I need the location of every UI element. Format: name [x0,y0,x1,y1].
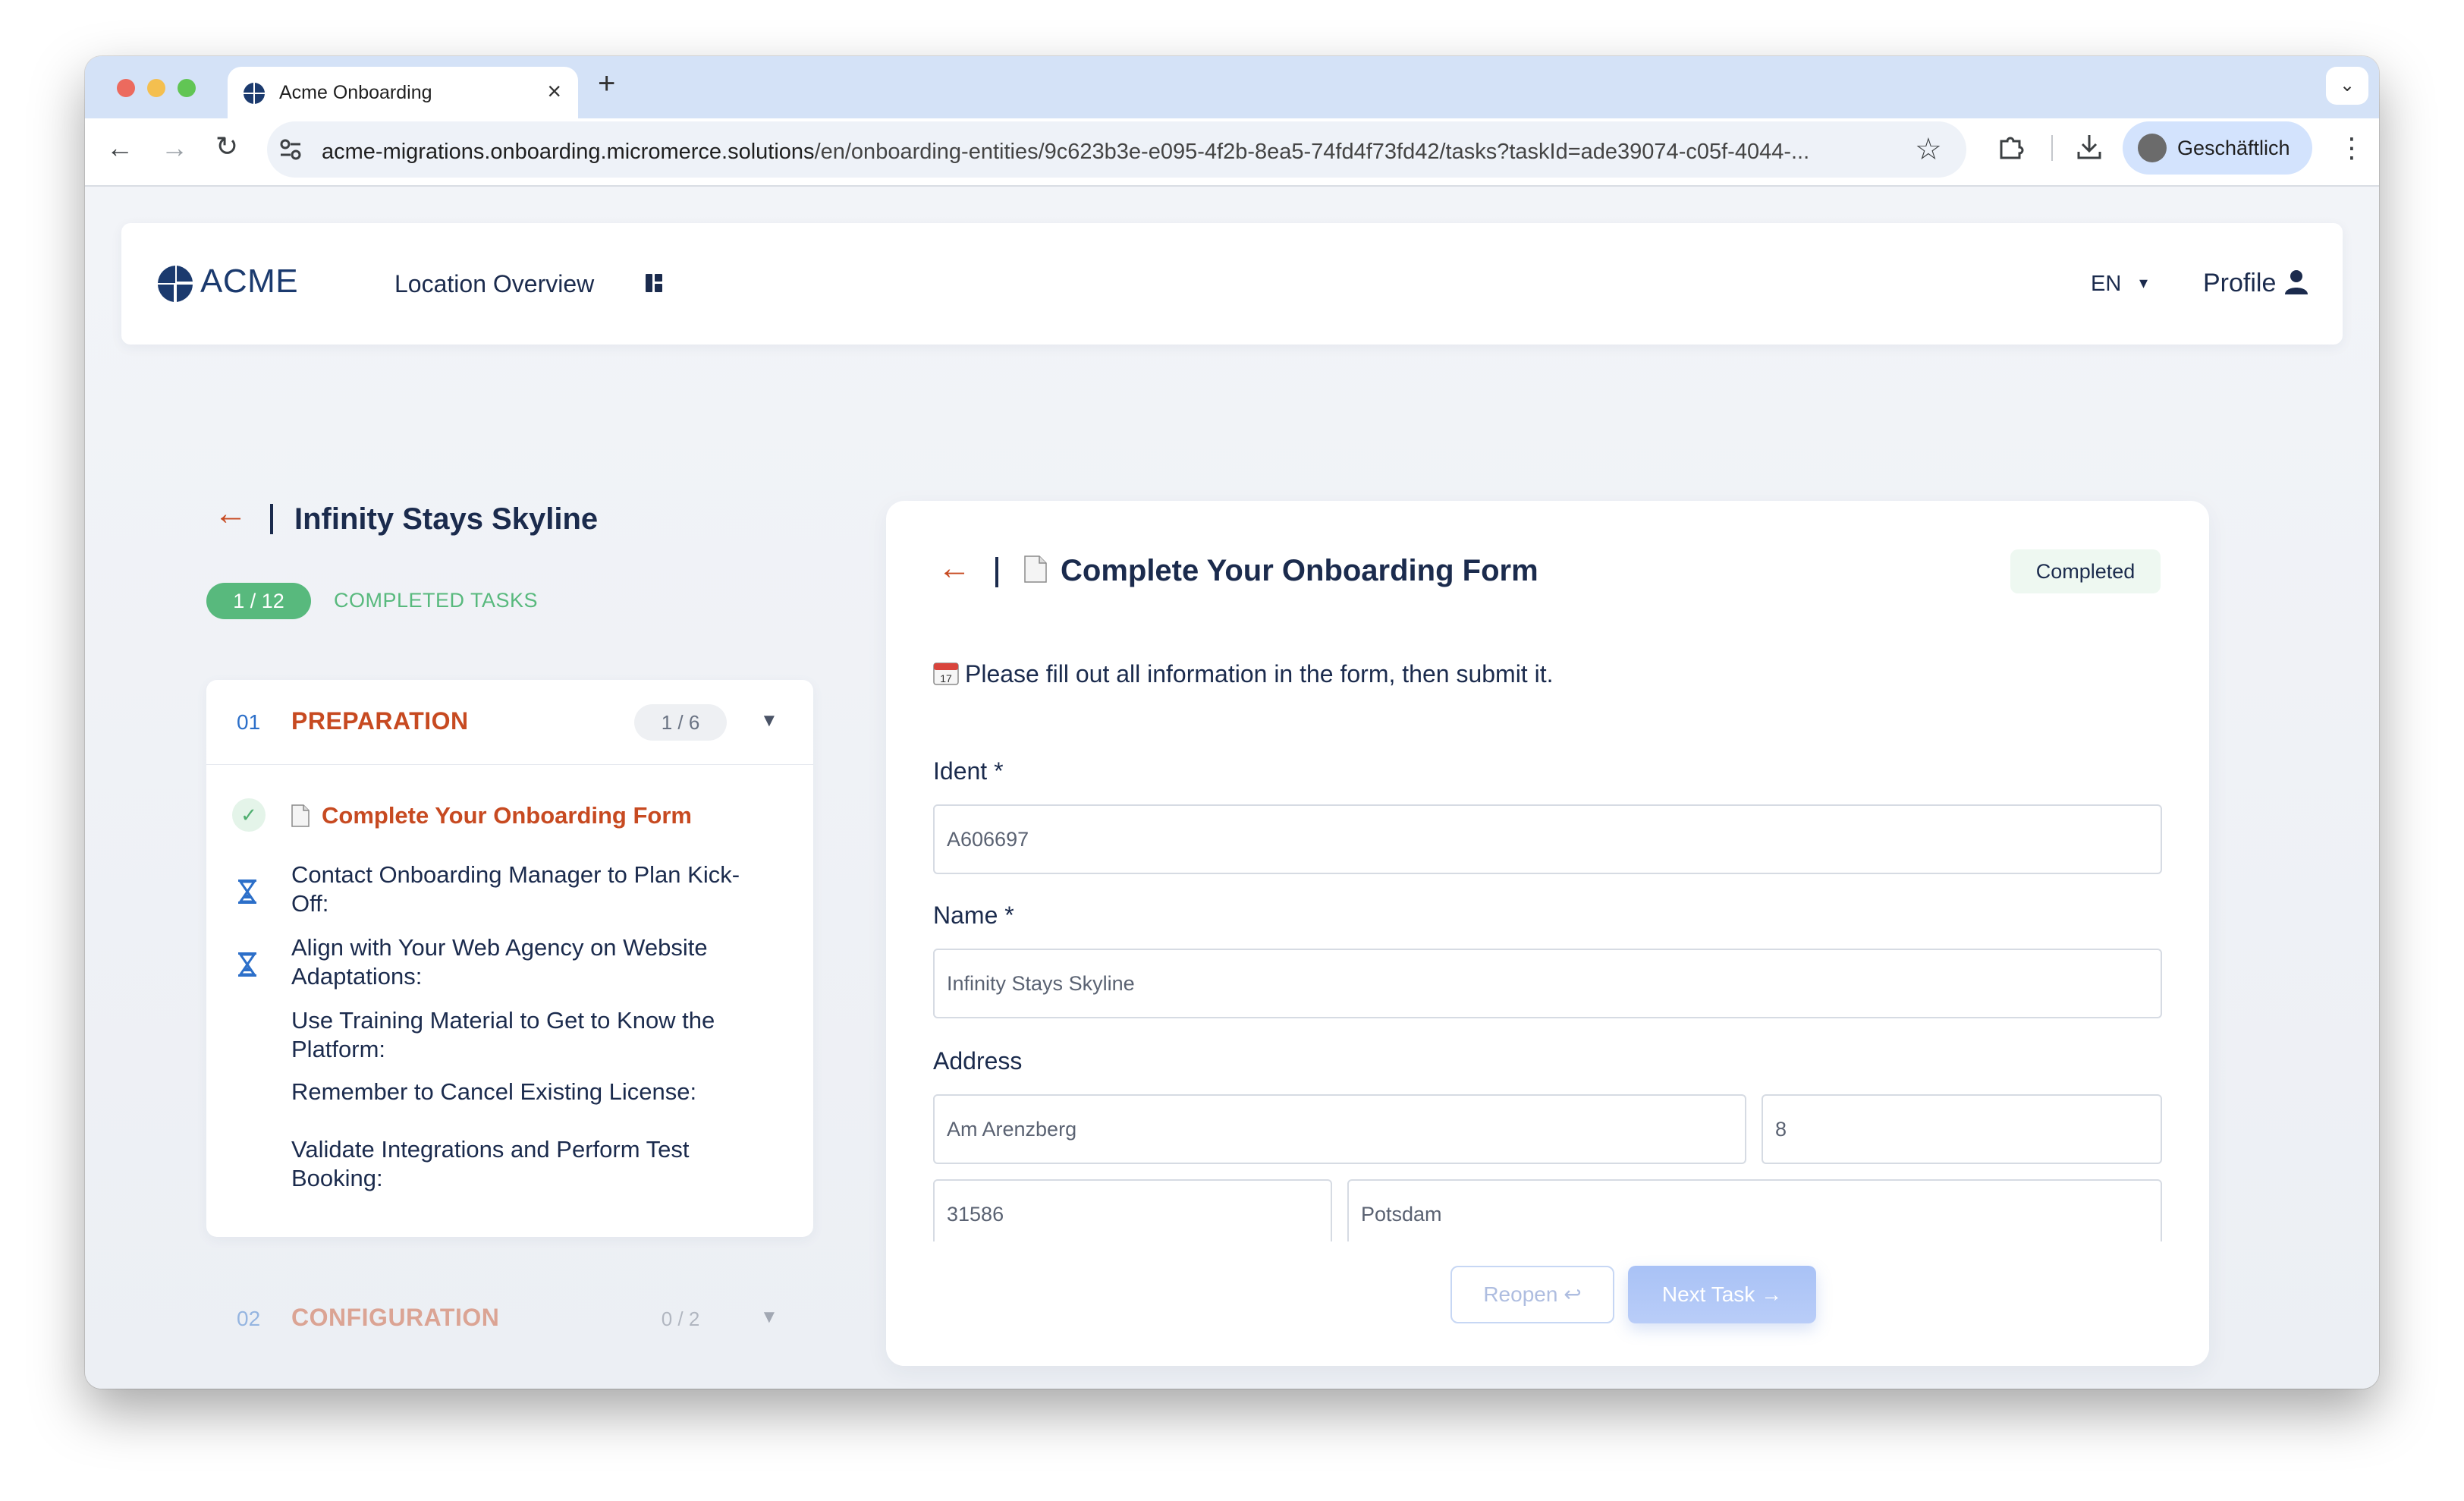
nav-location-overview[interactable]: Location Overview [394,270,594,298]
hourglass-icon [238,880,256,904]
extensions-icon[interactable] [1997,134,2024,161]
back-icon[interactable]: ← [106,132,134,164]
user-icon[interactable] [2283,269,2309,296]
name-label: Name * [933,902,1014,929]
tab-strip: Acme Onboarding × + ⌄ [85,56,2379,118]
next-task-label: Next Task [1661,1282,1755,1306]
close-tab-icon[interactable]: × [547,77,561,105]
reopen-label: Reopen [1483,1282,1558,1306]
progress-badge: 1 / 12 [206,583,311,619]
phase-card-preparation: 01 PREPARATION 1 / 6 ▼ ✓ Complete Your O… [206,680,813,1237]
tab-search-chevron-icon[interactable]: ⌄ [2326,67,2368,105]
ident-field[interactable]: A606697 [933,804,2162,874]
task-item[interactable]: Use Training Material to Get to Know the… [291,1006,777,1064]
undo-icon: ↩ [1564,1282,1582,1306]
back-arrow-icon[interactable]: ← [938,549,971,587]
avatar [2138,134,2167,162]
bookmark-star-icon[interactable]: ☆ [1915,132,1942,167]
phase-count-badge: 1 / 6 [634,704,727,741]
document-icon [291,804,310,827]
maximize-window-button[interactable] [178,79,196,97]
dashboard-icon[interactable] [645,273,663,293]
phase-header[interactable]: 01 PREPARATION 1 / 6 ▼ [206,680,813,765]
phase-number: 01 [237,710,261,734]
language-select[interactable]: EN [2091,272,2121,297]
address-label: Address [933,1047,1023,1075]
progress-label: COMPLETED TASKS [334,589,539,612]
postal-code-field[interactable]: 31586 [933,1179,1332,1249]
task-item[interactable]: Contact Onboarding Manager to Plan Kick-… [291,861,777,918]
task-item[interactable]: Align with Your Web Agency on Website Ad… [291,933,777,991]
instructions-text: Please fill out all information in the f… [965,660,1554,688]
name-field[interactable]: Infinity Stays Skyline [933,949,2162,1018]
url-domain: acme-migrations.onboarding.micromerce.so… [322,140,815,164]
calendar-icon: 17 [933,662,959,685]
close-window-button[interactable] [117,79,135,97]
task-title: Complete Your Onboarding Form [1061,554,1538,587]
reload-icon[interactable]: ↻ [215,131,238,162]
url-path: /en/onboarding-entities/9c623b3e-e095-4f… [814,140,1810,164]
check-icon: ✓ [232,798,266,832]
minimize-window-button[interactable] [147,79,165,97]
app-area: ACME Location Overview EN ▾ Profile ← In… [85,187,2379,1389]
browser-profile-chip[interactable]: Geschäftlich [2123,121,2312,175]
browser-tab[interactable]: Acme Onboarding × [228,67,578,118]
next-task-button[interactable]: Next Task → [1628,1266,1816,1323]
house-number-field[interactable]: 8 [1762,1094,2162,1164]
acme-logo-icon[interactable] [156,264,194,304]
logo-text[interactable]: ACME [200,263,298,301]
profile-link[interactable]: Profile [2203,269,2276,298]
location-title: Infinity Stays Skyline [294,502,599,536]
title-separator [995,557,998,587]
task-detail-card: ← Complete Your Onboarding Form Complete… [886,501,2209,1366]
reopen-button[interactable]: Reopen ↩ [1450,1266,1614,1323]
app-header: ACME Location Overview EN ▾ Profile [121,223,2343,345]
task-item-active[interactable]: Complete Your Onboarding Form [322,801,807,830]
toolbar-divider [2051,135,2053,161]
status-badge: Completed [2010,549,2161,593]
phase-name: PREPARATION [291,707,469,735]
forward-icon[interactable]: → [161,132,188,164]
phase-card-configuration[interactable]: 02 CONFIGURATION 0 / 2 ▼ [206,1276,813,1360]
download-icon[interactable] [2076,132,2103,161]
chevron-down-icon[interactable]: ▾ [2139,273,2148,293]
browser-window: Acme Onboarding × + ⌄ ← → ↻ acme-migrati… [85,56,2379,1389]
phase-count-badge: 0 / 2 [661,1307,700,1330]
task-item[interactable]: Remember to Cancel Existing License: [291,1078,777,1106]
svg-text:17: 17 [940,672,952,684]
city-field[interactable]: Potsdam [1347,1179,2162,1249]
task-instructions: 17 Please fill out all information in th… [933,660,1553,688]
chevron-down-icon[interactable]: ▼ [760,1307,778,1328]
browser-menu-icon[interactable]: ⋮ [2338,132,2365,164]
ident-label: Ident * [933,757,1004,785]
phase-number: 02 [237,1307,261,1330]
hourglass-icon [238,952,256,977]
phase-name: CONFIGURATION [291,1304,500,1331]
title-separator [270,504,273,534]
chevron-down-icon[interactable]: ▼ [760,710,778,732]
tab-title: Acme Onboarding [279,82,432,103]
arrow-right-icon: → [1761,1282,1783,1306]
back-arrow-icon[interactable]: ← [214,495,247,533]
document-icon [1024,555,1047,583]
new-tab-icon[interactable]: + [598,67,615,101]
acme-favicon-icon [243,82,266,105]
site-settings-icon[interactable] [278,137,303,162]
task-item[interactable]: Validate Integrations and Perform Test B… [291,1135,777,1193]
profile-chip-label: Geschäftlich [2177,137,2290,159]
street-field[interactable]: Am Arenzberg [933,1094,1746,1164]
url-text[interactable]: acme-migrations.onboarding.micromerce.so… [322,140,1809,165]
